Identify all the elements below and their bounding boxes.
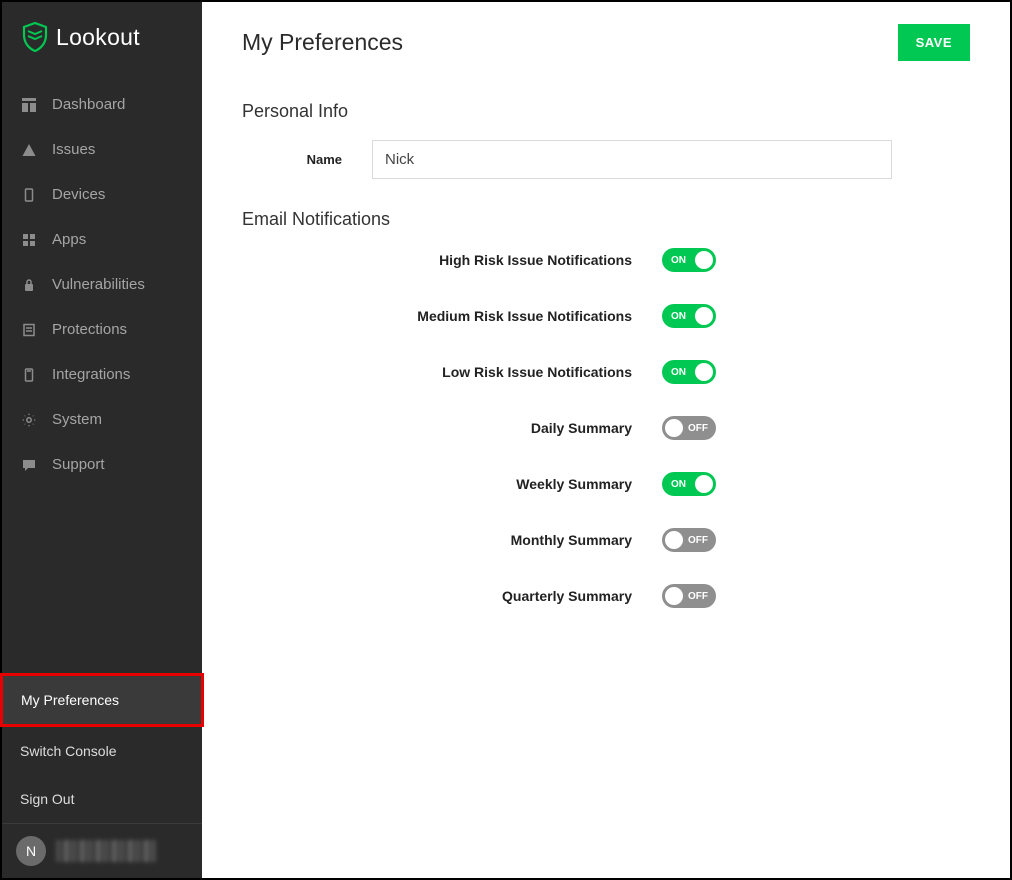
- toggle-label: Medium Risk Issue Notifications: [242, 308, 632, 324]
- sidebar-item-support[interactable]: Support: [2, 442, 202, 487]
- sidebar-item-vulnerabilities[interactable]: Vulnerabilities: [2, 262, 202, 307]
- main-content: My Preferences SAVE Personal Info Name E…: [202, 2, 1010, 878]
- field-row-name: Name: [242, 140, 970, 179]
- toggle-switch[interactable]: ON: [662, 360, 716, 384]
- list-icon: [22, 323, 38, 337]
- section-title-personal-info: Personal Info: [242, 101, 970, 122]
- sidebar-item-label: System: [52, 411, 102, 428]
- toggle-label: Quarterly Summary: [242, 588, 632, 604]
- page-title: My Preferences: [242, 29, 403, 56]
- toggle-row: Medium Risk Issue Notifications ON: [242, 304, 970, 328]
- sidebar-item-apps[interactable]: Apps: [2, 217, 202, 262]
- toggle-row: High Risk Issue Notifications ON: [242, 248, 970, 272]
- sidebar: Lookout Dashboard Issues Devices Apps: [2, 2, 202, 878]
- toggle-switch[interactable]: ON: [662, 248, 716, 272]
- toggle-label: Low Risk Issue Notifications: [242, 364, 632, 380]
- header-row: My Preferences SAVE: [242, 24, 970, 61]
- toggle-row: Monthly Summary OFF: [242, 528, 970, 552]
- toggle-switch[interactable]: OFF: [662, 416, 716, 440]
- sidebar-item-sign-out[interactable]: Sign Out: [2, 775, 202, 823]
- gear-icon: [22, 413, 38, 427]
- user-row[interactable]: N: [2, 823, 202, 878]
- toggle-state-text: OFF: [688, 423, 708, 434]
- toggle-knob: [695, 251, 713, 269]
- sidebar-item-label: Support: [52, 456, 105, 473]
- toggle-row: Daily Summary OFF: [242, 416, 970, 440]
- toggle-label: High Risk Issue Notifications: [242, 252, 632, 268]
- sidebar-item-protections[interactable]: Protections: [2, 307, 202, 352]
- toggles-list: High Risk Issue NotificationsONMedium Ri…: [242, 248, 970, 608]
- phone-icon: [22, 188, 38, 202]
- sidebar-item-devices[interactable]: Devices: [2, 172, 202, 217]
- sidebar-item-label: Dashboard: [52, 96, 125, 113]
- username-redacted: [56, 840, 156, 862]
- name-input[interactable]: [372, 140, 892, 179]
- toggle-state-text: OFF: [688, 591, 708, 602]
- toggle-knob: [695, 475, 713, 493]
- sidebar-item-label: Apps: [52, 231, 86, 248]
- integrations-icon: [22, 368, 38, 382]
- nav-bottom: My Preferences Switch Console Sign Out: [2, 673, 202, 823]
- brand-name: Lookout: [56, 24, 140, 51]
- toggle-state-text: ON: [671, 255, 686, 266]
- sidebar-item-label: Switch Console: [20, 743, 117, 759]
- sidebar-item-integrations[interactable]: Integrations: [2, 352, 202, 397]
- sidebar-item-label: Devices: [52, 186, 105, 203]
- sidebar-item-switch-console[interactable]: Switch Console: [2, 727, 202, 775]
- dashboard-icon: [22, 98, 38, 112]
- toggle-state-text: OFF: [688, 535, 708, 546]
- toggle-row: Low Risk Issue Notifications ON: [242, 360, 970, 384]
- toggle-switch[interactable]: ON: [662, 472, 716, 496]
- toggle-knob: [695, 307, 713, 325]
- name-label: Name: [242, 152, 342, 167]
- nav-main: Dashboard Issues Devices Apps Vulnerabil…: [2, 76, 202, 487]
- toggle-switch[interactable]: OFF: [662, 584, 716, 608]
- toggle-state-text: ON: [671, 367, 686, 378]
- toggle-row: Quarterly Summary OFF: [242, 584, 970, 608]
- sidebar-item-label: Issues: [52, 141, 95, 158]
- toggle-knob: [665, 419, 683, 437]
- sidebar-item-my-preferences[interactable]: My Preferences: [3, 676, 201, 724]
- toggle-switch[interactable]: OFF: [662, 528, 716, 552]
- warning-icon: [22, 143, 38, 157]
- toggle-label: Daily Summary: [242, 420, 632, 436]
- toggle-label: Monthly Summary: [242, 532, 632, 548]
- avatar: N: [16, 836, 46, 866]
- sidebar-item-label: Vulnerabilities: [52, 276, 145, 293]
- sidebar-item-label: Integrations: [52, 366, 130, 383]
- chat-icon: [22, 458, 38, 472]
- shield-logo-icon: [22, 22, 48, 52]
- sidebar-item-issues[interactable]: Issues: [2, 127, 202, 172]
- sidebar-item-label: Protections: [52, 321, 127, 338]
- toggle-state-text: ON: [671, 311, 686, 322]
- toggle-state-text: ON: [671, 479, 686, 490]
- sidebar-item-dashboard[interactable]: Dashboard: [2, 82, 202, 127]
- toggle-row: Weekly Summary ON: [242, 472, 970, 496]
- toggle-knob: [695, 363, 713, 381]
- section-title-email-notifications: Email Notifications: [242, 209, 970, 230]
- save-button[interactable]: SAVE: [898, 24, 970, 61]
- toggle-label: Weekly Summary: [242, 476, 632, 492]
- sidebar-item-label: My Preferences: [21, 692, 119, 708]
- toggle-knob: [665, 531, 683, 549]
- sidebar-item-system[interactable]: System: [2, 397, 202, 442]
- grid-icon: [22, 233, 38, 247]
- toggle-switch[interactable]: ON: [662, 304, 716, 328]
- toggle-knob: [665, 587, 683, 605]
- logo-row: Lookout: [2, 2, 202, 76]
- sidebar-item-label: Sign Out: [20, 791, 74, 807]
- lock-icon: [22, 278, 38, 292]
